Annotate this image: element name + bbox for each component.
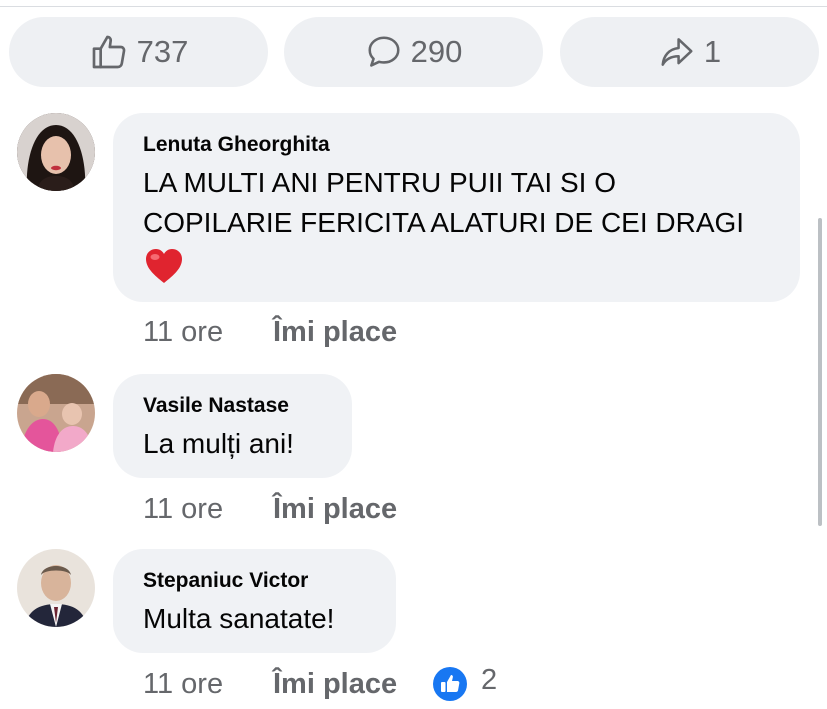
- comment-author[interactable]: Vasile Nastase: [143, 394, 289, 418]
- comment-meta: 11 ore Îmi place: [143, 493, 397, 526]
- like-reaction-icon[interactable]: [432, 666, 468, 707]
- share-icon: [658, 33, 696, 71]
- comment-bubble: Vasile Nastase La mulți ani!: [113, 374, 352, 478]
- like-count: 737: [136, 34, 189, 69]
- avatar-photo: [17, 549, 95, 627]
- comment-button[interactable]: 290: [284, 17, 543, 87]
- thumbs-up-icon: [89, 32, 129, 72]
- heart-emoji-icon: [144, 247, 184, 290]
- comment-count: 290: [410, 34, 463, 69]
- avatar[interactable]: [17, 374, 95, 452]
- reaction-count: 2: [481, 664, 498, 696]
- comment-text-line: COPILARIE FERICITA ALATURI DE CEI DRAGI: [143, 207, 745, 238]
- share-button[interactable]: 1: [560, 17, 819, 87]
- avatar-photo: [17, 113, 95, 191]
- comment-text-line: Multa sanatate!: [143, 603, 335, 634]
- comment-author[interactable]: Stepaniuc Victor: [143, 569, 308, 593]
- top-divider: [0, 6, 827, 7]
- comment-like-button[interactable]: Îmi place: [273, 668, 397, 701]
- avatar-photo: [17, 374, 95, 452]
- comment-bubble: Lenuta Gheorghita LA MULTI ANI PENTRU PU…: [113, 113, 800, 302]
- scrollbar[interactable]: [818, 218, 822, 526]
- comment-meta: 11 ore Îmi place: [143, 668, 397, 701]
- comment-text-line: La mulți ani!: [143, 428, 294, 459]
- comment-meta: 11 ore Îmi place: [143, 316, 397, 349]
- avatar[interactable]: [17, 113, 95, 191]
- comment-bubble: Stepaniuc Victor Multa sanatate!: [113, 549, 396, 653]
- comment-like-button[interactable]: Îmi place: [273, 493, 397, 526]
- comment-time[interactable]: 11 ore: [143, 668, 273, 701]
- comment-time[interactable]: 11 ore: [143, 316, 273, 349]
- comment-text-line: LA MULTI ANI PENTRU PUII TAI SI O: [143, 167, 616, 198]
- comment-time[interactable]: 11 ore: [143, 493, 273, 526]
- comment-like-button[interactable]: Îmi place: [273, 316, 397, 349]
- comment-icon: [365, 33, 403, 71]
- like-button[interactable]: 737: [9, 17, 268, 87]
- avatar[interactable]: [17, 549, 95, 627]
- comment-author[interactable]: Lenuta Gheorghita: [143, 133, 330, 157]
- share-count: 1: [703, 34, 722, 69]
